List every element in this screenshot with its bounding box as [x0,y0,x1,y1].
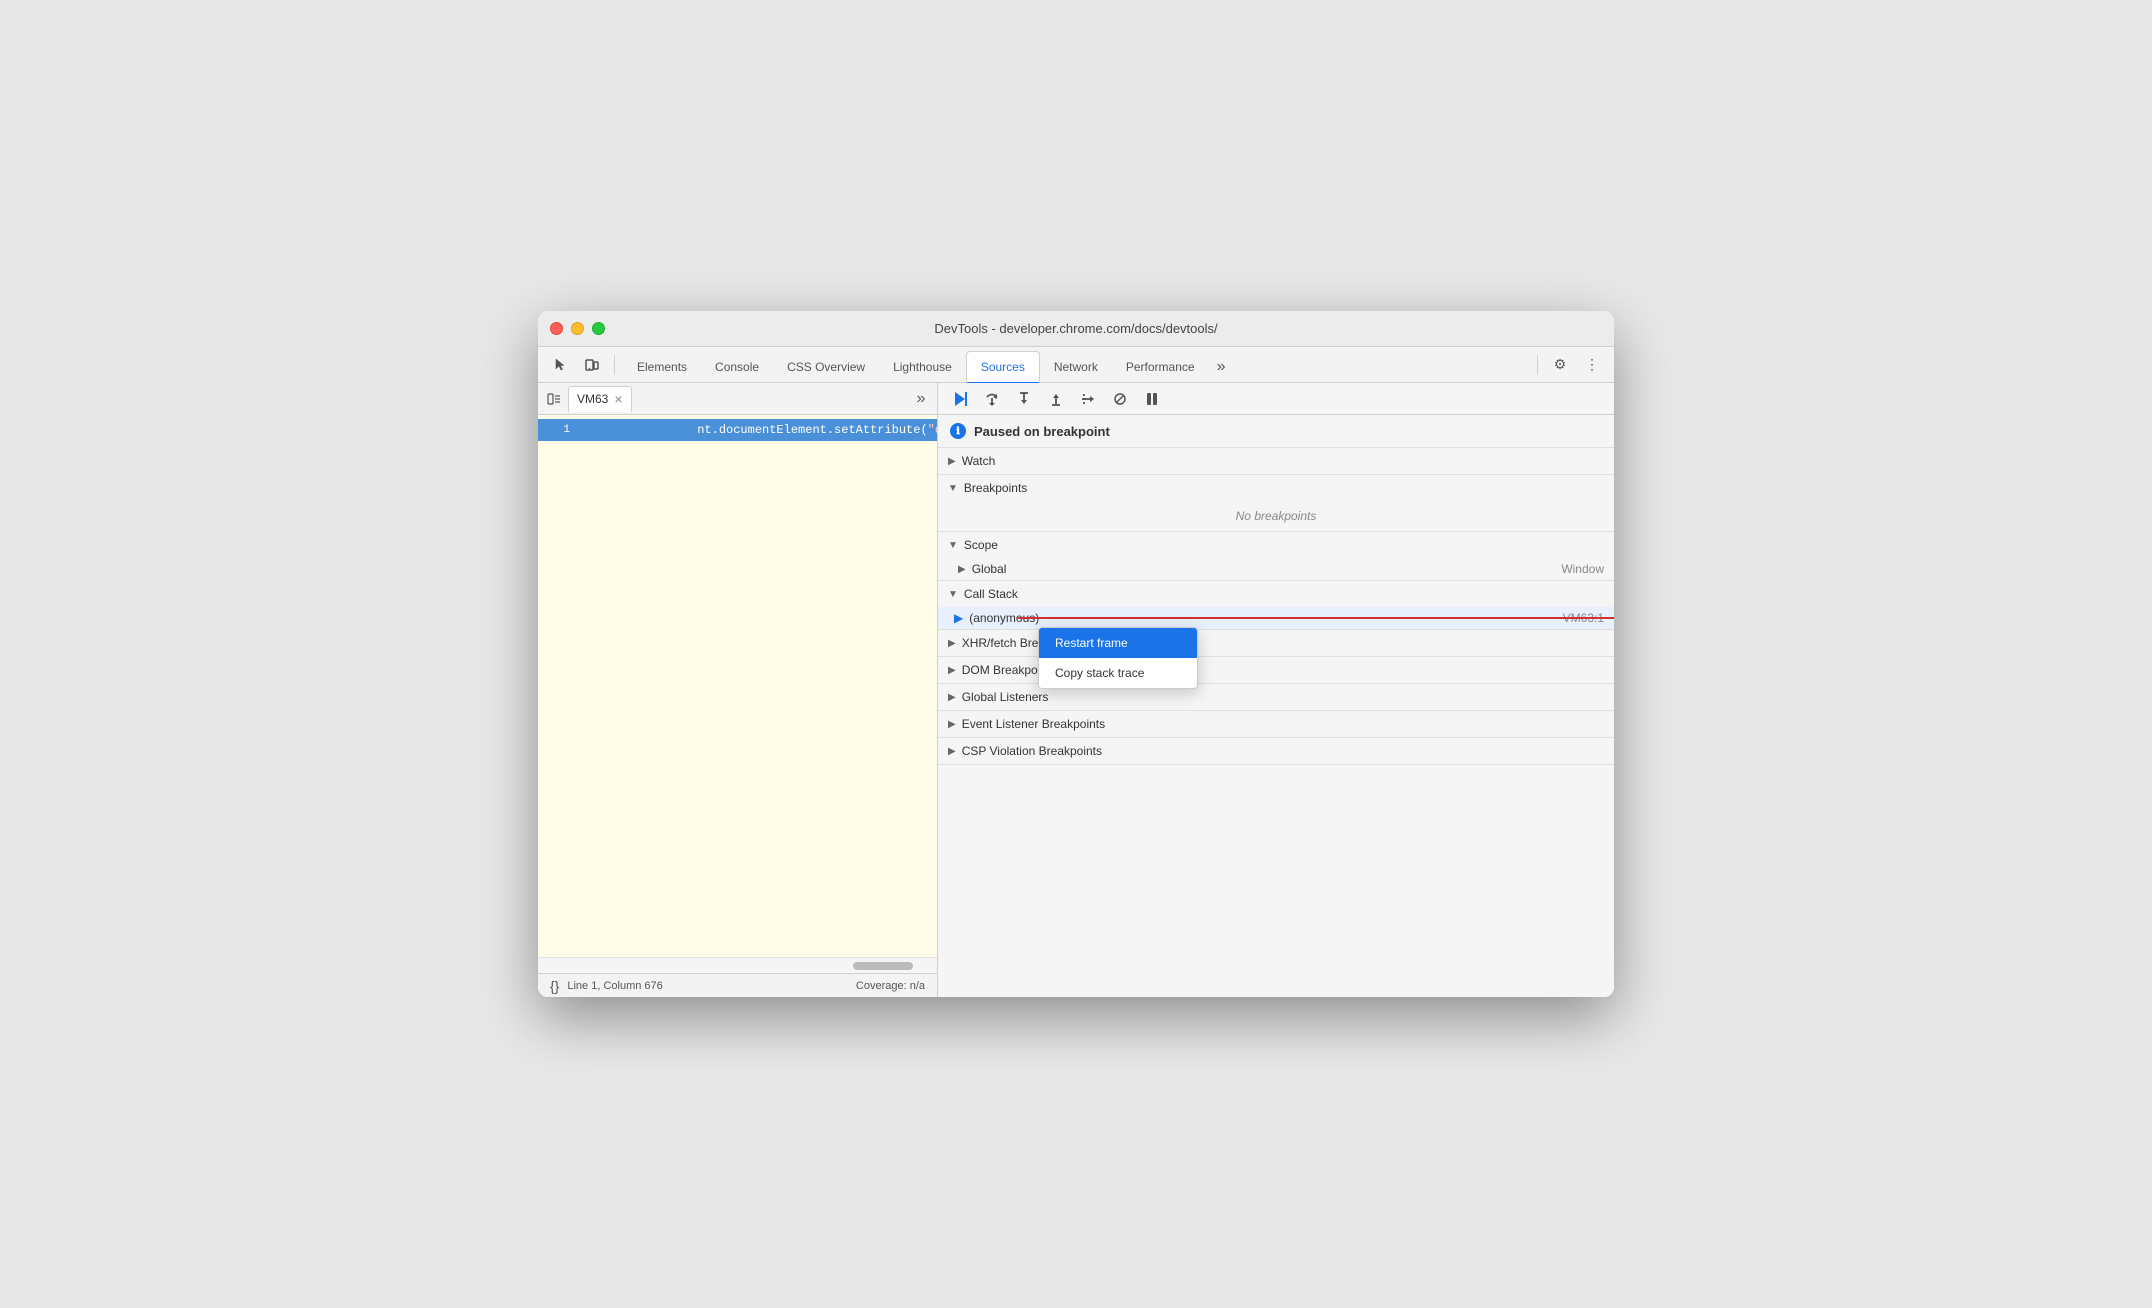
paused-text: Paused on breakpoint [974,424,1110,439]
scope-section-header[interactable]: ▼ Scope [938,532,1614,558]
top-toolbar: Elements Console CSS Overview Lighthouse… [538,347,1614,383]
call-stack-arrow: ▼ [948,589,958,600]
call-stack-label: Call Stack [964,587,1018,601]
cursor-position: Line 1, Column 676 [567,980,662,992]
event-listener-arrow: ▶ [948,719,956,730]
file-tab-close[interactable]: × [614,392,622,406]
window-title: DevTools - developer.chrome.com/docs/dev… [934,321,1217,336]
paused-notice: ℹ Paused on breakpoint [938,415,1614,448]
right-panel: ℹ Paused on breakpoint ▶ Watch ▼ [938,383,1614,997]
file-tab-vm63[interactable]: VM63 × [568,386,632,412]
left-panel: VM63 × » 1 nt.documentElement.setAttribu… [538,383,938,997]
scope-label: Scope [964,538,998,552]
step-out-button[interactable] [1042,385,1070,413]
call-stack-header[interactable]: ▼ Call Stack [938,581,1614,607]
call-stack-item-arrow: ▶ [954,611,963,625]
main-area: VM63 × » 1 nt.documentElement.setAttribu… [538,383,1614,997]
file-tab-more[interactable]: » [909,387,933,411]
step-into-button[interactable] [1010,385,1038,413]
csp-violation-header[interactable]: ▶ CSP Violation Breakpoints [938,738,1614,764]
breakpoints-label: Breakpoints [964,481,1027,495]
global-listeners-arrow: ▶ [948,692,956,703]
deactivate-bp-button[interactable] [1106,385,1134,413]
red-strike-line [1018,617,1614,619]
coverage-status: Coverage: n/a [856,980,925,992]
more-options-icon[interactable]: ⋮ [1578,351,1606,379]
code-line-1: 1 nt.documentElement.setAttribute("data-… [538,419,937,441]
tab-css-overview[interactable]: CSS Overview [773,351,879,383]
context-menu-restart-frame[interactable]: Restart frame [1039,628,1197,658]
context-menu: Restart frame Copy stack trace [1038,627,1198,689]
context-menu-copy-stack-trace[interactable]: Copy stack trace [1039,658,1197,688]
watch-section: ▶ Watch [938,448,1614,475]
scroll-thumb[interactable] [853,962,913,970]
code-editor[interactable]: 1 nt.documentElement.setAttribute("data-… [538,415,937,973]
call-stack-section: ▼ Call Stack ▶ (anonymous) VM63:1 Restar… [938,581,1614,630]
global-label: Global [972,562,1007,576]
event-listener-breakpoints-header[interactable]: ▶ Event Listener Breakpoints [938,711,1614,737]
tab-lighthouse[interactable]: Lighthouse [879,351,966,383]
watch-arrow: ▶ [948,456,956,467]
status-bar-left: {} Line 1, Column 676 [550,978,663,994]
devtools-panel: Elements Console CSS Overview Lighthouse… [538,347,1614,997]
breakpoints-arrow: ▼ [948,483,958,494]
minimize-traffic-light[interactable] [571,322,584,335]
devtools-window: DevTools - developer.chrome.com/docs/dev… [538,311,1614,997]
tab-performance[interactable]: Performance [1112,351,1209,383]
tab-container: Elements Console CSS Overview Lighthouse… [623,347,1529,383]
close-traffic-light[interactable] [550,322,563,335]
csp-label: CSP Violation Breakpoints [962,744,1102,758]
watch-section-header[interactable]: ▶ Watch [938,448,1614,474]
csp-arrow: ▶ [948,746,956,757]
step-over-button[interactable] [978,385,1006,413]
call-stack-item-anonymous[interactable]: ▶ (anonymous) VM63:1 Restart frame Copy … [938,607,1614,629]
global-listeners-label: Global Listeners [962,690,1049,704]
status-bar: {} Line 1, Column 676 Coverage: n/a [538,973,937,997]
breakpoints-section-header[interactable]: ▼ Breakpoints [938,475,1614,501]
global-arrow: ▶ [958,564,966,575]
no-breakpoints-text: No breakpoints [938,501,1614,531]
event-listener-breakpoints-section: ▶ Event Listener Breakpoints [938,711,1614,738]
scope-section: ▼ Scope ▶ Global Window [938,532,1614,581]
breakpoints-section: ▼ Breakpoints No breakpoints [938,475,1614,532]
csp-violation-breakpoints-section: ▶ CSP Violation Breakpoints [938,738,1614,765]
event-listener-label: Event Listener Breakpoints [962,717,1105,731]
xhr-arrow: ▶ [948,638,956,649]
tab-sources[interactable]: Sources [966,351,1040,383]
maximize-traffic-light[interactable] [592,322,605,335]
scope-global-item[interactable]: ▶ Global Window [938,558,1614,580]
cursor-icon[interactable] [546,351,574,379]
pause-info-icon: ℹ [950,423,966,439]
scope-arrow: ▼ [948,540,958,551]
settings-icon[interactable]: ⚙ [1546,351,1574,379]
navigator-icon[interactable] [542,387,566,411]
dom-arrow: ▶ [948,665,956,676]
toolbar-divider-1 [614,355,615,375]
pause-exceptions-button[interactable] [1138,385,1166,413]
format-icon[interactable]: {} [550,978,559,994]
debug-content[interactable]: ℹ Paused on breakpoint ▶ Watch ▼ [938,415,1614,997]
tab-network[interactable]: Network [1040,351,1112,383]
traffic-lights [550,322,605,335]
more-tabs-button[interactable]: » [1209,351,1234,383]
horizontal-scrollbar[interactable] [538,957,937,973]
file-tab-bar: VM63 × » [538,383,937,415]
title-bar: DevTools - developer.chrome.com/docs/dev… [538,311,1614,347]
debug-toolbar [938,383,1614,415]
step-button[interactable] [1074,385,1102,413]
tab-elements[interactable]: Elements [623,351,701,383]
device-toolbar-icon[interactable] [578,351,606,379]
tab-console[interactable]: Console [701,351,773,383]
resume-button[interactable] [946,385,974,413]
global-value: Window [1561,562,1604,576]
code-content-area: 1 nt.documentElement.setAttribute("data-… [538,415,937,957]
watch-label: Watch [962,454,996,468]
toolbar-divider-2 [1537,355,1538,375]
